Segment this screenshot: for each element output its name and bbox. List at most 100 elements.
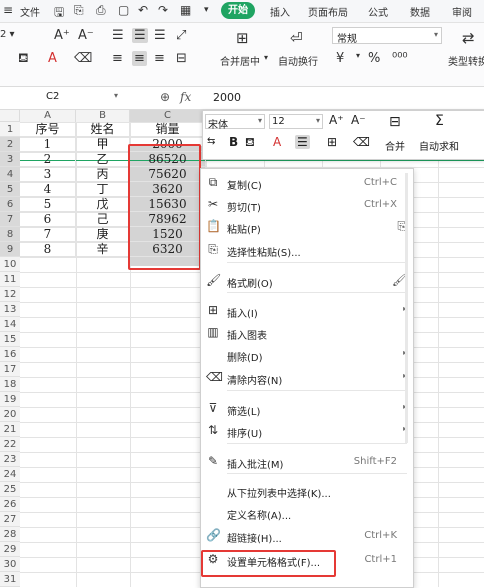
menu-scrollbar[interactable] xyxy=(405,173,408,443)
table-cell[interactable]: 己 xyxy=(76,212,130,227)
type-convert-button[interactable]: 类型转换 xyxy=(448,53,484,68)
merge-dropdown-icon[interactable]: ▾ xyxy=(264,53,268,62)
context-menu-item[interactable]: 从下拉列表中选择(K)... xyxy=(201,480,413,502)
percent-icon[interactable]: % xyxy=(368,51,380,66)
context-menu-item[interactable]: 📋 粘贴(P) ⎘ xyxy=(201,216,413,238)
name-box[interactable]: C2 ▾ xyxy=(0,89,120,106)
context-menu-item[interactable]: ⎘ 选择性粘贴(S)... xyxy=(201,239,413,261)
clear-format-icon[interactable]: ⌫ xyxy=(74,51,92,66)
align-center-icon[interactable]: ≡ xyxy=(132,51,147,66)
table-icon[interactable]: ▦ xyxy=(180,3,191,17)
type-convert-icon[interactable]: ⇄ xyxy=(462,29,475,47)
font-grow-icon[interactable]: A⁺ xyxy=(329,113,344,127)
row-header[interactable]: 12 xyxy=(0,287,20,302)
distribute-icon[interactable]: ⊟ xyxy=(176,51,187,66)
context-menu-item[interactable]: 🔗 超链接(H)... Ctrl+K xyxy=(201,525,413,547)
tab-data[interactable]: 数据 xyxy=(410,4,430,19)
context-menu-item[interactable]: ⊞插入(I)▸ xyxy=(201,300,413,322)
text-style-icon[interactable]: ⇆ xyxy=(207,136,215,147)
table-cell[interactable]: 2 xyxy=(20,152,76,167)
row-header[interactable]: 19 xyxy=(0,392,20,407)
row-header[interactable]: 13 xyxy=(0,302,20,317)
align-left-icon[interactable]: ≡ xyxy=(112,51,123,66)
merge-center-button[interactable]: 合并居中 xyxy=(220,53,260,68)
row-header[interactable]: 29 xyxy=(0,542,20,557)
table-cell[interactable]: 辛 xyxy=(76,242,130,257)
menu-icon[interactable]: ≡ xyxy=(3,3,13,17)
table-cell[interactable]: 6 xyxy=(20,212,76,227)
row-header[interactable]: 5 xyxy=(0,182,20,197)
context-menu-item[interactable]: 🖌 格式刷(O) 🖌 xyxy=(201,270,413,292)
table-cell[interactable]: 甲 xyxy=(76,137,130,152)
row-header[interactable]: 28 xyxy=(0,527,20,542)
merge-icon[interactable]: ⊟ xyxy=(389,114,401,130)
table-cell[interactable]: 1 xyxy=(20,137,76,152)
context-menu-item[interactable]: 删除(D)▸ xyxy=(201,344,413,366)
table-cell[interactable]: 8 xyxy=(20,242,76,257)
row-header[interactable]: 9 xyxy=(0,242,20,257)
merge-button[interactable]: 合并 xyxy=(385,138,405,153)
font-color-icon[interactable]: A xyxy=(48,51,57,66)
align-bottom-icon[interactable]: ☰ xyxy=(154,28,166,43)
clear-icon[interactable]: ⌫ xyxy=(353,135,370,149)
tab-insert[interactable]: 插入 xyxy=(270,4,290,19)
context-menu-item[interactable]: ⇅排序(U)▸ xyxy=(201,420,413,442)
context-menu-item[interactable]: ▥ 插入图表 xyxy=(201,322,413,344)
table-header-cell[interactable]: 序号 xyxy=(20,122,76,137)
preview-icon[interactable]: ▢ xyxy=(118,3,129,17)
column-header[interactable]: B xyxy=(76,110,130,122)
row-header[interactable]: 23 xyxy=(0,452,20,467)
chevron-down-icon[interactable]: ▾ xyxy=(204,5,209,15)
table-header-cell[interactable]: 销量 xyxy=(130,122,206,137)
table-cell[interactable]: 戊 xyxy=(76,197,130,212)
table-cell[interactable]: 4 xyxy=(20,182,76,197)
rotate-text-icon[interactable]: ⤢ xyxy=(176,28,186,43)
redo-icon[interactable]: ↷ xyxy=(158,3,168,17)
font-size-select[interactable]: 12 ▾ xyxy=(269,114,323,129)
print-icon[interactable]: ⎙ xyxy=(96,3,106,18)
row-header[interactable]: 30 xyxy=(0,557,20,572)
undo-icon[interactable]: ↶ xyxy=(138,3,148,17)
row-header[interactable]: 20 xyxy=(0,407,20,422)
align-right-icon[interactable]: ≡ xyxy=(154,51,165,66)
export-icon[interactable]: ⎘ xyxy=(74,3,84,18)
bold-icon[interactable]: B xyxy=(229,135,238,149)
row-header[interactable]: 22 xyxy=(0,437,20,452)
row-header[interactable]: 15 xyxy=(0,332,20,347)
table-cell[interactable]: 丙 xyxy=(76,167,130,182)
table-cell[interactable]: 乙 xyxy=(76,152,130,167)
row-header[interactable]: 21 xyxy=(0,422,20,437)
row-header[interactable]: 31 xyxy=(0,572,20,587)
context-menu-item[interactable]: ✂ 剪切(T) Ctrl+X xyxy=(201,194,413,216)
font-grow-icon[interactable]: A⁺ xyxy=(54,28,70,43)
context-menu-item[interactable]: ✎ 插入批注(M) Shift+F2 xyxy=(201,451,413,473)
row-header[interactable]: 16 xyxy=(0,347,20,362)
font-shrink-icon[interactable]: A⁻ xyxy=(78,28,94,43)
tab-page-layout[interactable]: 页面布局 xyxy=(308,4,348,19)
table-header-cell[interactable]: 姓名 xyxy=(76,122,130,137)
row-header[interactable]: 2 xyxy=(0,137,20,152)
row-header[interactable]: 27 xyxy=(0,512,20,527)
tab-formulas[interactable]: 公式 xyxy=(368,4,388,19)
row-header[interactable]: 17 xyxy=(0,362,20,377)
fill-color-icon[interactable]: ⛾ xyxy=(18,51,29,68)
table-cell[interactable]: 7 xyxy=(20,227,76,242)
wrap-text-icon[interactable]: ⏎ xyxy=(290,29,303,47)
row-header[interactable]: 1 xyxy=(0,122,20,137)
align-top-icon[interactable]: ☰ xyxy=(112,28,124,43)
number-format-select[interactable]: 常规 ▾ xyxy=(332,27,442,45)
table-cell[interactable]: 丁 xyxy=(76,182,130,197)
column-header[interactable]: C xyxy=(130,110,206,122)
font-name-select[interactable]: 宋体 ▾ xyxy=(205,114,265,131)
row-header[interactable]: 3 xyxy=(0,152,20,167)
save-icon[interactable]: 🖫 xyxy=(54,3,64,24)
tab-review[interactable]: 审阅 xyxy=(452,4,472,19)
row-header[interactable]: 10 xyxy=(0,257,20,272)
row-header[interactable]: 11 xyxy=(0,272,20,287)
row-header[interactable]: 24 xyxy=(0,467,20,482)
formula-input[interactable]: 2000 xyxy=(213,91,241,104)
column-header[interactable]: A xyxy=(20,110,76,122)
row-header[interactable]: 25 xyxy=(0,482,20,497)
table-cell[interactable]: 庚 xyxy=(76,227,130,242)
row-header[interactable]: 4 xyxy=(0,167,20,182)
